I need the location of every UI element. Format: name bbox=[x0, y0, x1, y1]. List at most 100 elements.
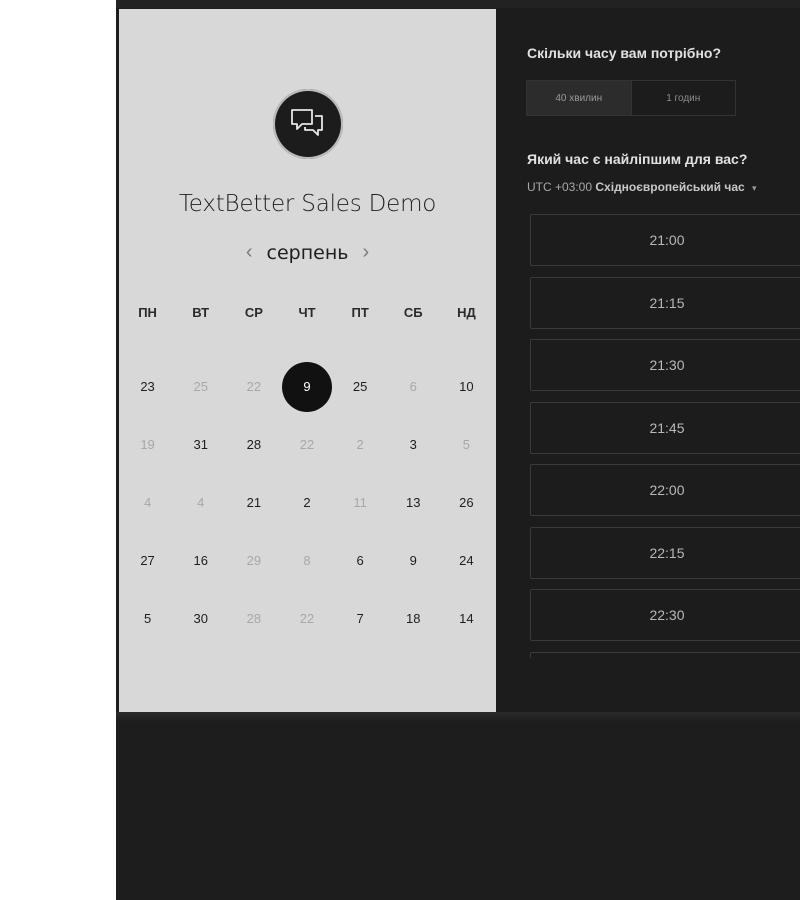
day-number: 2 bbox=[356, 437, 364, 452]
day-cell-available[interactable]: 6 bbox=[334, 541, 387, 581]
day-number: 31 bbox=[193, 437, 208, 452]
calendar-week-row: 19 31 28 22 2 3 5 bbox=[121, 416, 493, 474]
day-number: 22 bbox=[299, 611, 315, 626]
day-number: 8 bbox=[303, 553, 311, 568]
day-cell-unavailable: 28 bbox=[227, 599, 280, 639]
top-strip bbox=[116, 0, 800, 8]
month-label: серпень bbox=[266, 241, 349, 264]
time-slot-list: 21:00 21:15 21:30 21:45 22:00 22:15 22:30 bbox=[530, 214, 800, 658]
day-cell-unavailable: 11 bbox=[334, 483, 387, 523]
time-slot-button[interactable] bbox=[530, 651, 800, 658]
day-number: 14 bbox=[459, 611, 474, 626]
calendar-week-row: 4 4 21 2 11 13 26 bbox=[121, 474, 493, 532]
weekday-label: НД bbox=[457, 305, 476, 320]
day-number: 19 bbox=[140, 437, 155, 452]
day-cell-available[interactable]: 5 bbox=[121, 599, 174, 639]
day-cell-available[interactable]: 27 bbox=[121, 541, 174, 581]
panel-divider bbox=[116, 712, 800, 722]
day-number: 26 bbox=[459, 495, 474, 510]
day-number: 18 bbox=[406, 611, 421, 626]
duration-option-40min[interactable]: 40 хвилин bbox=[527, 81, 631, 115]
duration-selector: 40 хвилин 1 годин bbox=[526, 80, 736, 116]
day-number: 30 bbox=[193, 611, 208, 626]
day-number: 2 bbox=[303, 495, 311, 510]
day-cell-available[interactable]: 28 bbox=[227, 425, 280, 465]
day-number: 27 bbox=[140, 553, 155, 568]
chat-bubbles-logo-icon bbox=[273, 89, 343, 159]
day-cell-unavailable: 19 bbox=[121, 425, 174, 465]
day-number: 11 bbox=[353, 495, 367, 510]
chevron-down-icon: ▾ bbox=[752, 183, 757, 193]
day-cell-available[interactable]: 23 bbox=[121, 367, 174, 407]
day-number: 22 bbox=[299, 437, 315, 452]
day-number: 16 bbox=[193, 553, 208, 568]
time-slot-button[interactable]: 21:30 bbox=[530, 339, 800, 391]
day-number: 5 bbox=[462, 437, 471, 452]
weekday-label: ПН bbox=[138, 305, 157, 320]
time-slot-button[interactable]: 22:00 bbox=[530, 464, 800, 516]
day-cell-available[interactable]: 24 bbox=[440, 541, 493, 581]
time-slot-button[interactable]: 21:15 bbox=[530, 276, 800, 329]
day-cell-unavailable: 4 bbox=[174, 483, 227, 523]
day-cell-available[interactable]: 3 bbox=[387, 425, 440, 465]
time-question: Який час є найліпшим для вас? bbox=[527, 151, 748, 167]
day-cell-available[interactable]: 13 bbox=[387, 483, 440, 523]
day-cell-selected[interactable]: 9 bbox=[280, 362, 333, 412]
day-cell-unavailable: 4 bbox=[121, 483, 174, 523]
day-cell-available[interactable]: 7 bbox=[334, 599, 387, 639]
timezone-selector[interactable]: UTC +03:00 Східноєвропейський час ▾ bbox=[527, 180, 757, 194]
day-number: 3 bbox=[409, 437, 417, 452]
day-number: 6 bbox=[409, 379, 417, 394]
day-number: 25 bbox=[352, 379, 368, 394]
day-number: 10 bbox=[459, 379, 474, 394]
chat-bubbles-icon bbox=[291, 109, 323, 136]
prev-month-button[interactable]: ‹ bbox=[246, 241, 253, 264]
day-number: 22 bbox=[246, 379, 262, 394]
time-slot-button[interactable]: 21:00 bbox=[530, 214, 800, 266]
weekday-label: ПТ bbox=[351, 305, 369, 320]
day-number: 9 bbox=[303, 379, 311, 394]
day-cell-unavailable: 5 bbox=[440, 425, 493, 465]
day-number: 6 bbox=[356, 553, 364, 568]
time-slot-button[interactable]: 22:15 bbox=[530, 526, 800, 579]
day-cell-available[interactable]: 2 bbox=[280, 483, 333, 523]
day-cell-available[interactable]: 26 bbox=[440, 483, 493, 523]
day-number: 13 bbox=[406, 495, 421, 510]
month-navigation: ‹ серпень › bbox=[119, 241, 496, 264]
day-cell-available[interactable]: 31 bbox=[174, 425, 227, 465]
day-cell-available[interactable]: 9 bbox=[387, 541, 440, 581]
timezone-name: Східноєвропейський час bbox=[595, 180, 745, 194]
day-cell-unavailable: 2 bbox=[334, 425, 387, 465]
day-number: 29 bbox=[246, 553, 262, 568]
calendar-week-row: 5 30 28 22 7 18 14 bbox=[121, 590, 493, 648]
day-cell-available[interactable]: 18 bbox=[387, 599, 440, 639]
day-number: 4 bbox=[197, 495, 205, 510]
day-cell-available[interactable]: 30 bbox=[174, 599, 227, 639]
weekday-label: ВТ bbox=[192, 305, 210, 320]
day-cell-available[interactable]: 21 bbox=[227, 483, 280, 523]
timezone-offset: UTC +03:00 bbox=[527, 180, 593, 194]
duration-question: Скільки часу вам потрібно? bbox=[527, 45, 722, 61]
day-cell-unavailable: 6 bbox=[387, 367, 440, 407]
day-number: 9 bbox=[409, 553, 417, 568]
day-number: 24 bbox=[459, 553, 474, 568]
time-slot-button[interactable]: 22:30 bbox=[530, 589, 800, 641]
day-number: 7 bbox=[356, 611, 364, 626]
day-number: 5 bbox=[143, 611, 152, 626]
day-cell-unavailable: 22 bbox=[280, 425, 333, 465]
weekday-label: СР bbox=[244, 305, 263, 320]
day-cell-unavailable: 22 bbox=[227, 367, 280, 407]
next-month-button[interactable]: › bbox=[362, 241, 369, 264]
time-slot-button[interactable]: 21:45 bbox=[530, 401, 800, 454]
day-cell-available[interactable]: 16 bbox=[174, 541, 227, 581]
weekday-label: ЧТ bbox=[298, 305, 316, 320]
day-cell-available[interactable]: 14 bbox=[440, 599, 493, 639]
day-cell-available[interactable]: 10 bbox=[440, 367, 493, 407]
day-cell-unavailable: 25 bbox=[174, 367, 227, 407]
weekday-label: СБ bbox=[403, 305, 423, 320]
duration-option-1h[interactable]: 1 годин bbox=[630, 81, 736, 115]
calendar-week-row: 27 16 29 8 6 9 24 bbox=[121, 532, 493, 590]
day-cell-available[interactable]: 25 bbox=[334, 367, 387, 407]
day-cell-unavailable: 29 bbox=[227, 541, 280, 581]
day-number: 4 bbox=[143, 495, 152, 510]
